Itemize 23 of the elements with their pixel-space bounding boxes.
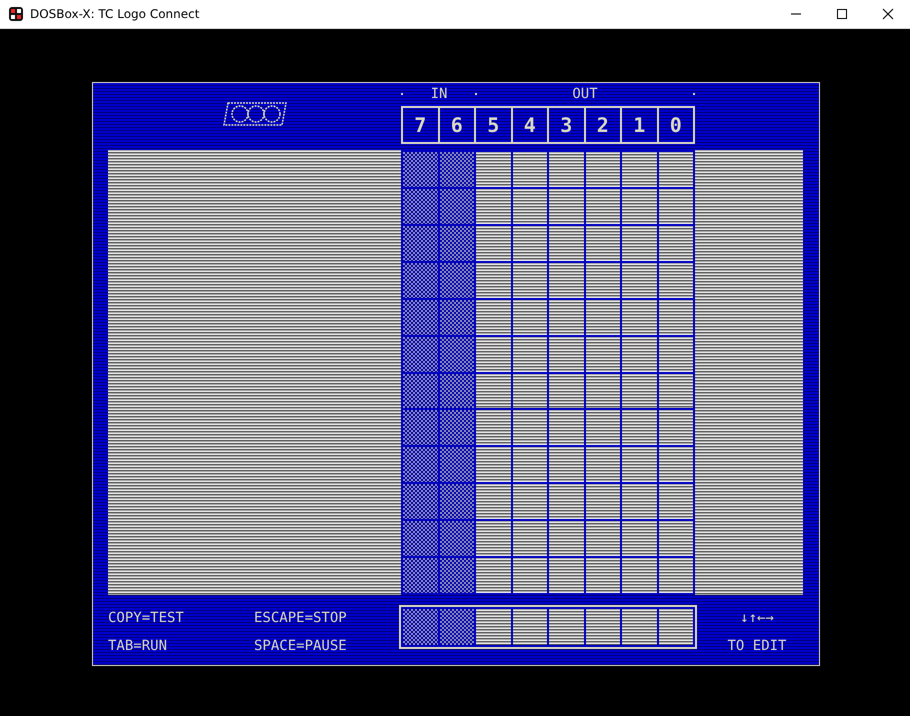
- bit-number: 7: [403, 108, 440, 142]
- bit-number: 6: [440, 108, 476, 142]
- bit-number: 2: [586, 108, 622, 142]
- arrow-keys-hint: ↓↑←→: [740, 609, 774, 627]
- dot-mark: [475, 93, 477, 95]
- edit-hint: TO EDIT: [727, 637, 786, 655]
- key-hint: TAB=RUN: [108, 637, 168, 655]
- out-label: OUT: [571, 87, 599, 101]
- bit-number: 3: [549, 108, 586, 142]
- key-hint: SPACE=PAUSE: [254, 637, 348, 655]
- in-label: IN: [430, 87, 448, 101]
- window-title: DOSBox-X: TC Logo Connect: [30, 7, 200, 21]
- maximize-icon[interactable]: [836, 8, 848, 20]
- close-icon[interactable]: [882, 8, 894, 20]
- bit-number: 5: [476, 108, 512, 142]
- app-icon: [9, 7, 23, 21]
- dot-mark: [401, 93, 403, 95]
- bit-number: 1: [622, 108, 658, 142]
- bit-number: 0: [668, 112, 683, 139]
- key-hint: ESCAPE=STOP: [254, 609, 348, 627]
- bit-number: 4: [512, 108, 549, 142]
- key-hint: COPY=TEST: [108, 609, 185, 627]
- dot-mark: [693, 93, 695, 95]
